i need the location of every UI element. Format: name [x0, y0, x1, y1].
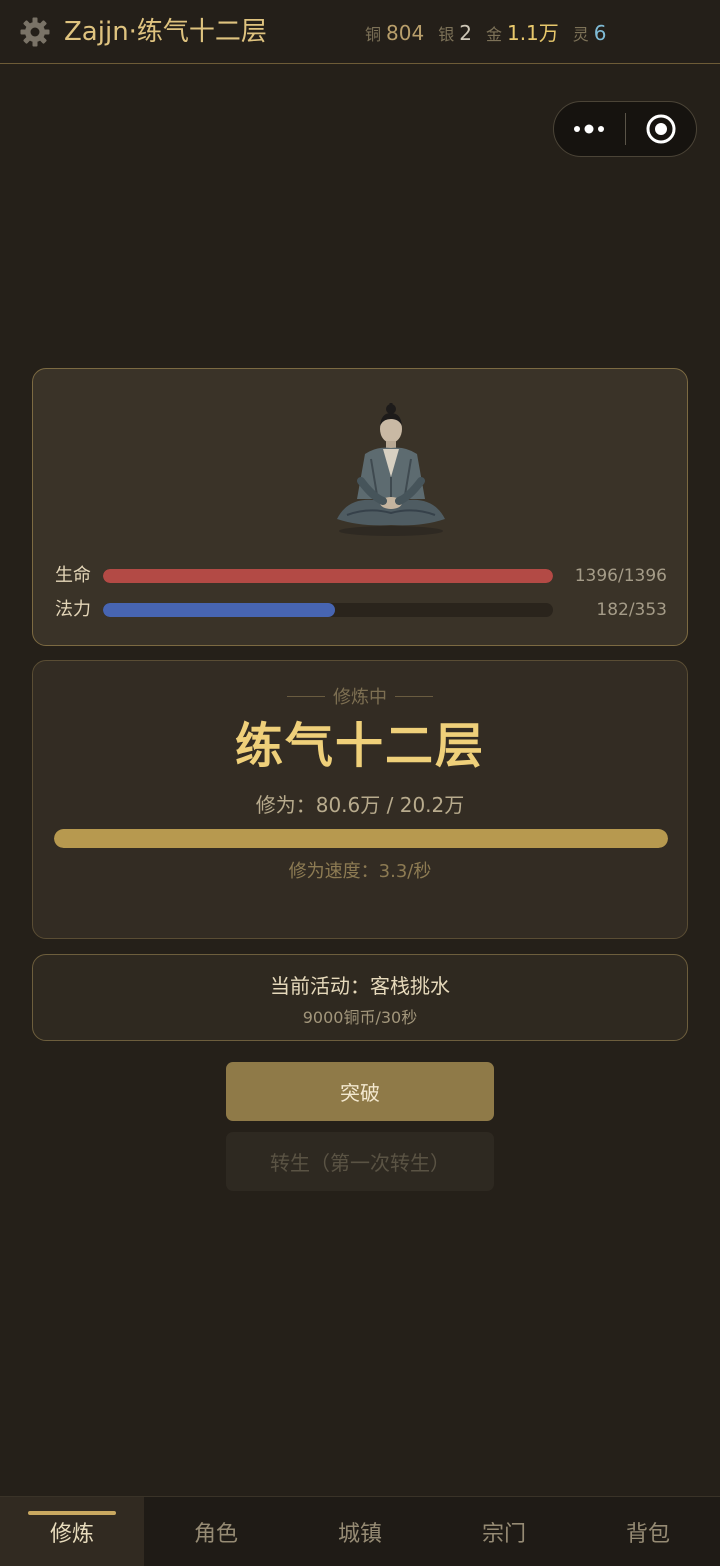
- cultivation-status: 修炼中: [33, 683, 687, 709]
- hp-value: 1396/1396: [574, 566, 667, 586]
- mp-label: 法力: [55, 599, 91, 620]
- nav-tab-sect[interactable]: 宗门: [432, 1497, 576, 1566]
- cultivation-card: 修炼中 练气十二层 修为：80.6万 / 20.2万 修为速度：3.3/秒: [32, 660, 688, 939]
- cultivation-status-text: 修炼中: [333, 687, 387, 708]
- nav-tab-cultivate[interactable]: 修炼: [0, 1497, 144, 1566]
- mp-bar-fill: [103, 603, 336, 617]
- miniprogram-capsule: [553, 101, 697, 157]
- currency-bar: 铜 804 银 2 金 1.1万 灵 6: [365, 17, 607, 47]
- hp-bar-track: [103, 569, 553, 583]
- xp-bar-fill: [54, 829, 668, 848]
- rebirth-button[interactable]: 转生（第一次转生）: [226, 1132, 494, 1191]
- divider-line-right: [395, 695, 433, 697]
- currency-copper: 铜 804: [365, 21, 424, 45]
- realm-title: 练气十二层: [234, 718, 485, 774]
- currency-silver-value: 2: [459, 21, 472, 45]
- player-title: Zajjn·练气十二层: [64, 17, 267, 47]
- mp-row: 法力 182/353: [55, 597, 667, 623]
- currency-gold-value: 1.1万: [506, 21, 559, 45]
- currency-copper-value: 804: [386, 21, 425, 45]
- hp-row: 生命 1396/1396: [55, 563, 667, 589]
- xp-bar-track: [54, 829, 668, 848]
- target-circle-icon[interactable]: [626, 102, 697, 156]
- nav-tab-bag[interactable]: 背包: [576, 1497, 720, 1566]
- currency-spirit: 灵 6: [573, 21, 607, 45]
- cultivation-xp: 修为：80.6万 / 20.2万: [255, 793, 465, 817]
- cultivation-speed: 修为速度：3.3/秒: [288, 861, 432, 882]
- currency-copper-label: 铜: [365, 25, 382, 44]
- top-header: Zajjn·练气十二层 铜 804 银 2 金 1.1万 灵 6: [0, 0, 720, 64]
- current-activity-card[interactable]: 当前活动：客栈挑水 9000铜币/30秒: [32, 954, 688, 1041]
- divider-line-left: [287, 695, 325, 697]
- bottom-nav: 修炼 角色 城镇 宗门 背包: [0, 1496, 720, 1566]
- currency-silver: 银 2: [438, 21, 472, 45]
- hp-label: 生命: [55, 565, 91, 586]
- currency-gold: 金 1.1万: [486, 17, 559, 46]
- more-dots-icon[interactable]: [554, 102, 625, 156]
- hp-bar-fill: [103, 569, 553, 583]
- currency-gold-label: 金: [485, 25, 502, 44]
- activity-title: 当前活动：客栈挑水: [270, 974, 450, 998]
- currency-spirit-value: 6: [593, 21, 607, 45]
- meditating-cultivator-icon: [321, 399, 461, 539]
- currency-spirit-label: 灵: [572, 25, 589, 44]
- nav-tab-character[interactable]: 角色: [144, 1497, 288, 1566]
- character-card: 生命 1396/1396 法力 182/353: [32, 368, 688, 646]
- currency-silver-label: 银: [438, 25, 455, 44]
- breakthrough-button[interactable]: 突破: [226, 1062, 494, 1121]
- gear-icon[interactable]: [18, 15, 52, 49]
- activity-reward: 9000铜币/30秒: [302, 1008, 418, 1027]
- mp-value: 182/353: [596, 600, 667, 620]
- nav-tab-town[interactable]: 城镇: [288, 1497, 432, 1566]
- mp-bar-track: [103, 603, 553, 617]
